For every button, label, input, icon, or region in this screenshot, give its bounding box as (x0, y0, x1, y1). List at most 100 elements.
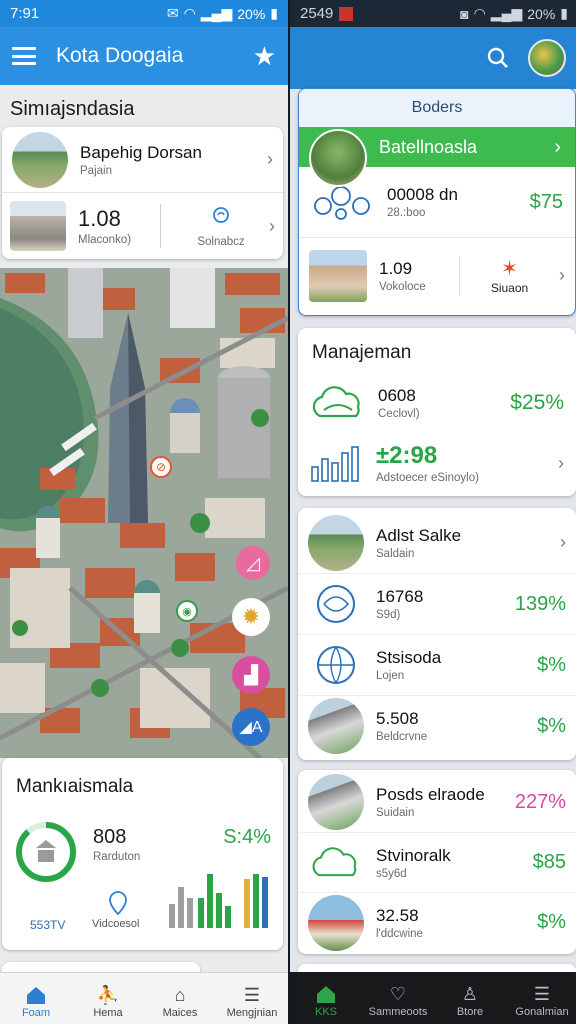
summary-mid-label: Vidcoesol (92, 918, 140, 930)
list-item[interactable]: 1.08 Mlaconko) Solnabcz › (2, 193, 283, 259)
hotel-thumbnail (309, 249, 367, 302)
item-name: 16768 (376, 587, 424, 606)
home-icon (315, 982, 337, 1006)
location-marker-icon[interactable]: ⊘ (150, 456, 172, 478)
nav-store[interactable]: ♙ Btore (435, 982, 505, 1019)
place-thumbnail (308, 698, 364, 754)
gold-bar (244, 879, 250, 928)
list-item[interactable]: 5.508 Beldcrvne $% (298, 695, 576, 756)
list-item[interactable]: Bapehig Dorsan Pajain › (2, 127, 283, 193)
nav-home[interactable]: Foam (1, 983, 71, 1019)
gold-bar (262, 877, 268, 928)
person-icon: ♙ (461, 983, 479, 1004)
bottom-navigation: KKS ♡ Sammeoots ♙ Btore ☰ Gonalmian (290, 972, 576, 1024)
list-item[interactable]: Adlst Salke Saldain › (298, 512, 576, 573)
bottom-navigation: Foam ⛹ Hema ⌂ Maices ☰ Mengjnian (0, 972, 288, 1024)
battery-icon: ▮ (270, 5, 278, 21)
poi-marker-icon[interactable]: ◉ (176, 600, 198, 622)
item-value: 1.09 (379, 258, 413, 278)
avatar[interactable] (528, 39, 566, 77)
location-pin-icon (109, 891, 127, 916)
item-value: $% (537, 911, 566, 933)
top-card: Bapehig Dorsan Pajain › 1.08 Mlaconko) S… (2, 127, 283, 259)
nav-label: Mengjnian (226, 1007, 278, 1019)
item-value: $75 (529, 190, 563, 213)
left-phone-screen: 7:91 ✉ ◠ ▂▄▆ 20% ▮ Kota Doogaia ★ Simıaj… (0, 0, 288, 1024)
nav-places[interactable]: ⌂ Maices (145, 983, 215, 1020)
item-subtitle: Adstoecer eSinoylo) (376, 472, 479, 484)
nav-favorites[interactable]: ♡ Sammeoots (363, 982, 433, 1019)
nav-people[interactable]: ⛹ Hema (73, 983, 143, 1020)
chevron-right-icon: › (559, 265, 565, 285)
green-bar (225, 906, 231, 928)
item-value: 139% (514, 592, 566, 615)
list-item[interactable]: 1.09 Vokoloce ✶ Siuaon › (299, 237, 575, 313)
item-subtitle: 28.:boo (387, 207, 426, 219)
list-item[interactable]: Stsisoda Lojen $% (298, 634, 576, 695)
green-bar (216, 893, 222, 928)
summary-value: 808 (93, 826, 127, 848)
search-icon[interactable] (486, 46, 510, 70)
item-value: ±2:98 (376, 442, 438, 469)
list-card-one: Adlst Salke Saldain › 16768 S9d) 139% Stsisoda… (298, 508, 576, 760)
nav-management[interactable]: ☰ Mengjnian (217, 983, 287, 1020)
list-icon: ☰ (243, 984, 261, 1005)
item-subtitle: Suidain (376, 807, 415, 819)
summary-subtitle: Rarduton (93, 851, 141, 863)
stat-value: 1.08 (78, 206, 121, 231)
chevron-right-icon: › (554, 135, 561, 158)
item-value: 0608 (378, 386, 416, 405)
place-thumbnail (308, 774, 364, 830)
status-time: 2549 (300, 5, 334, 22)
cloud-icon (312, 846, 357, 876)
gold-bar (253, 874, 259, 928)
swirl-icon (317, 585, 355, 623)
list-item[interactable]: Stvinoralk s5y6d $85 (298, 832, 576, 892)
list-item[interactable]: 32.58 l'ddcwine $% (298, 892, 576, 952)
star-icon[interactable]: ★ (253, 41, 276, 72)
item-value: $% (537, 653, 566, 676)
notification-icon (339, 6, 354, 21)
stats-pin-icon[interactable]: ◢A (232, 708, 270, 746)
app-title: Kota Doogaia (56, 44, 184, 67)
list-item[interactable]: Posds elraode Suidain 227% (298, 772, 576, 832)
status-icons: ✉ ◠ ▂▄▆ 20% ▮ (167, 5, 278, 22)
item-subtitle: Vokoloce (379, 280, 426, 293)
progress-ring (16, 822, 76, 882)
list-item[interactable]: ±2:98 Adstoecer eSinoylo) › (308, 438, 564, 488)
item-name: 00008 dn (387, 185, 458, 204)
nav-general[interactable]: ☰ Gonalmian (507, 982, 576, 1019)
item-subtitle: Saldain (376, 547, 415, 560)
chart-pin-icon[interactable]: ▟ (232, 656, 270, 694)
item-subtitle: Beldcrvne (376, 731, 428, 743)
home-icon (25, 983, 47, 1007)
mail-icon: ✉ (166, 5, 179, 21)
bar-chart-icon (311, 446, 359, 482)
item-name: Posds elraode (376, 785, 485, 804)
item-percent: $25% (510, 391, 564, 414)
city-map[interactable]: ✹ ◿ ▟ ◢A ⊘ ◉ (0, 268, 288, 758)
place-thumbnail (12, 131, 68, 188)
signal-icon: ▂▄▆ (200, 5, 233, 21)
item-name: Stvinoralk (376, 845, 451, 865)
nav-home[interactable]: KKS (291, 982, 361, 1018)
list-item[interactable]: 16768 S9d) 139% (298, 573, 576, 634)
card-title: Mankıaismala (16, 776, 134, 797)
item-name: Stsisoda (376, 648, 442, 667)
item-subtitle: Lojen (376, 670, 405, 682)
chevron-right-icon: › (560, 532, 566, 552)
map-pin-pink-icon[interactable]: ◿ (236, 546, 270, 580)
nav-label: Foam (21, 1007, 51, 1019)
menu-icon[interactable] (12, 47, 36, 65)
green-bar (207, 874, 213, 928)
wifi-icon: ◠ (183, 5, 196, 21)
settings-gear-pin-icon[interactable]: ✹ (232, 598, 270, 636)
item-value: $% (537, 714, 566, 737)
right-phone-screen: 2549 ◙ ◠ ▂▄▆ 20% ▮ Boders Batellnoasla ›… (288, 0, 576, 1024)
list-card-two: Posds elraode Suidain 227% Stvinoralk s5y6d $… (298, 770, 576, 954)
place-thumbnail (309, 129, 367, 187)
app-bar (290, 27, 576, 89)
list-item[interactable]: 0608 Ceclovl) $25% (308, 378, 564, 428)
list-icon: ☰ (533, 983, 551, 1004)
item-name: 5.508 (376, 709, 419, 728)
